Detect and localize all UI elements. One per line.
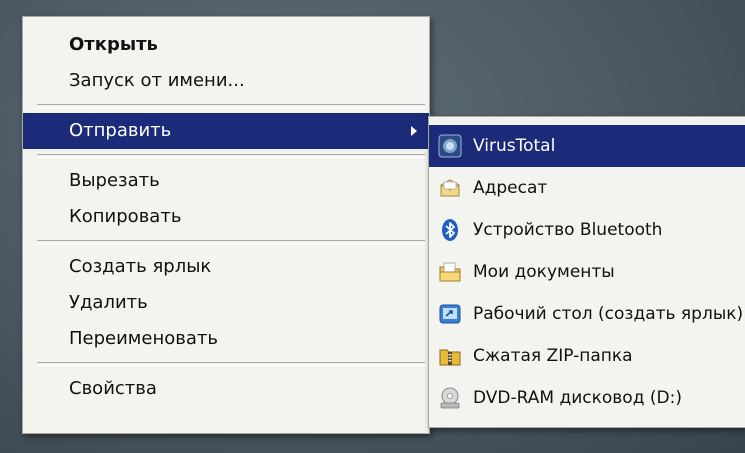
send-to-virustotal-label: VirusTotal <box>473 136 556 156</box>
my-documents-icon <box>438 260 462 284</box>
menu-item-properties[interactable]: Свойства <box>23 371 429 407</box>
menu-item-rename-label: Переименовать <box>69 328 218 349</box>
menu-item-run-as[interactable]: Запуск от имени... <box>23 63 429 99</box>
context-menu: Открыть Запуск от имени... Отправить Выр… <box>22 16 430 434</box>
menu-item-delete-label: Удалить <box>69 292 148 313</box>
send-to-dvd-drive-label: DVD-RAM дисковод (D:) <box>473 388 682 408</box>
menu-separator <box>37 362 425 366</box>
menu-item-cut[interactable]: Вырезать <box>23 163 429 199</box>
mail-recipient-icon <box>438 176 462 200</box>
menu-item-run-as-label: Запуск от имени... <box>69 70 245 91</box>
menu-item-send-to[interactable]: Отправить <box>23 113 429 149</box>
send-to-desktop-shortcut[interactable]: Рабочий стол (создать ярлык) <box>429 293 745 335</box>
send-to-mail-recipient-label: Адресат <box>473 178 548 198</box>
menu-item-send-to-label: Отправить <box>69 120 172 141</box>
menu-item-copy-label: Копировать <box>69 206 182 227</box>
dvd-drive-icon <box>438 386 462 410</box>
menu-item-rename[interactable]: Переименовать <box>23 321 429 357</box>
submenu-arrow-icon <box>411 126 417 136</box>
send-to-desktop-shortcut-label: Рабочий стол (создать ярлык) <box>473 304 744 324</box>
bluetooth-icon <box>438 218 462 242</box>
send-to-submenu: VirusTotal Адресат Устройство Bluetooth <box>428 116 745 428</box>
send-to-bluetooth-label: Устройство Bluetooth <box>473 220 663 240</box>
send-to-mail-recipient[interactable]: Адресат <box>429 167 745 209</box>
menu-separator <box>37 240 425 244</box>
menu-item-open[interactable]: Открыть <box>23 27 429 63</box>
menu-item-copy[interactable]: Копировать <box>23 199 429 235</box>
send-to-my-documents[interactable]: Мои документы <box>429 251 745 293</box>
menu-item-cut-label: Вырезать <box>69 170 160 191</box>
zip-folder-icon <box>438 344 462 368</box>
menu-item-create-shortcut[interactable]: Создать ярлык <box>23 249 429 285</box>
menu-separator <box>37 154 425 158</box>
menu-item-create-shortcut-label: Создать ярлык <box>69 256 212 277</box>
send-to-zip-folder-label: Сжатая ZIP-папка <box>473 346 633 366</box>
virustotal-icon <box>438 134 462 158</box>
send-to-virustotal[interactable]: VirusTotal <box>429 125 745 167</box>
send-to-zip-folder[interactable]: Сжатая ZIP-папка <box>429 335 745 377</box>
send-to-my-documents-label: Мои документы <box>473 262 615 282</box>
menu-separator <box>37 104 425 108</box>
menu-item-open-label: Открыть <box>69 34 158 55</box>
menu-item-properties-label: Свойства <box>69 378 157 399</box>
send-to-dvd-drive[interactable]: DVD-RAM дисковод (D:) <box>429 377 745 419</box>
menu-item-delete[interactable]: Удалить <box>23 285 429 321</box>
desktop-shortcut-icon <box>438 302 462 326</box>
send-to-bluetooth[interactable]: Устройство Bluetooth <box>429 209 745 251</box>
